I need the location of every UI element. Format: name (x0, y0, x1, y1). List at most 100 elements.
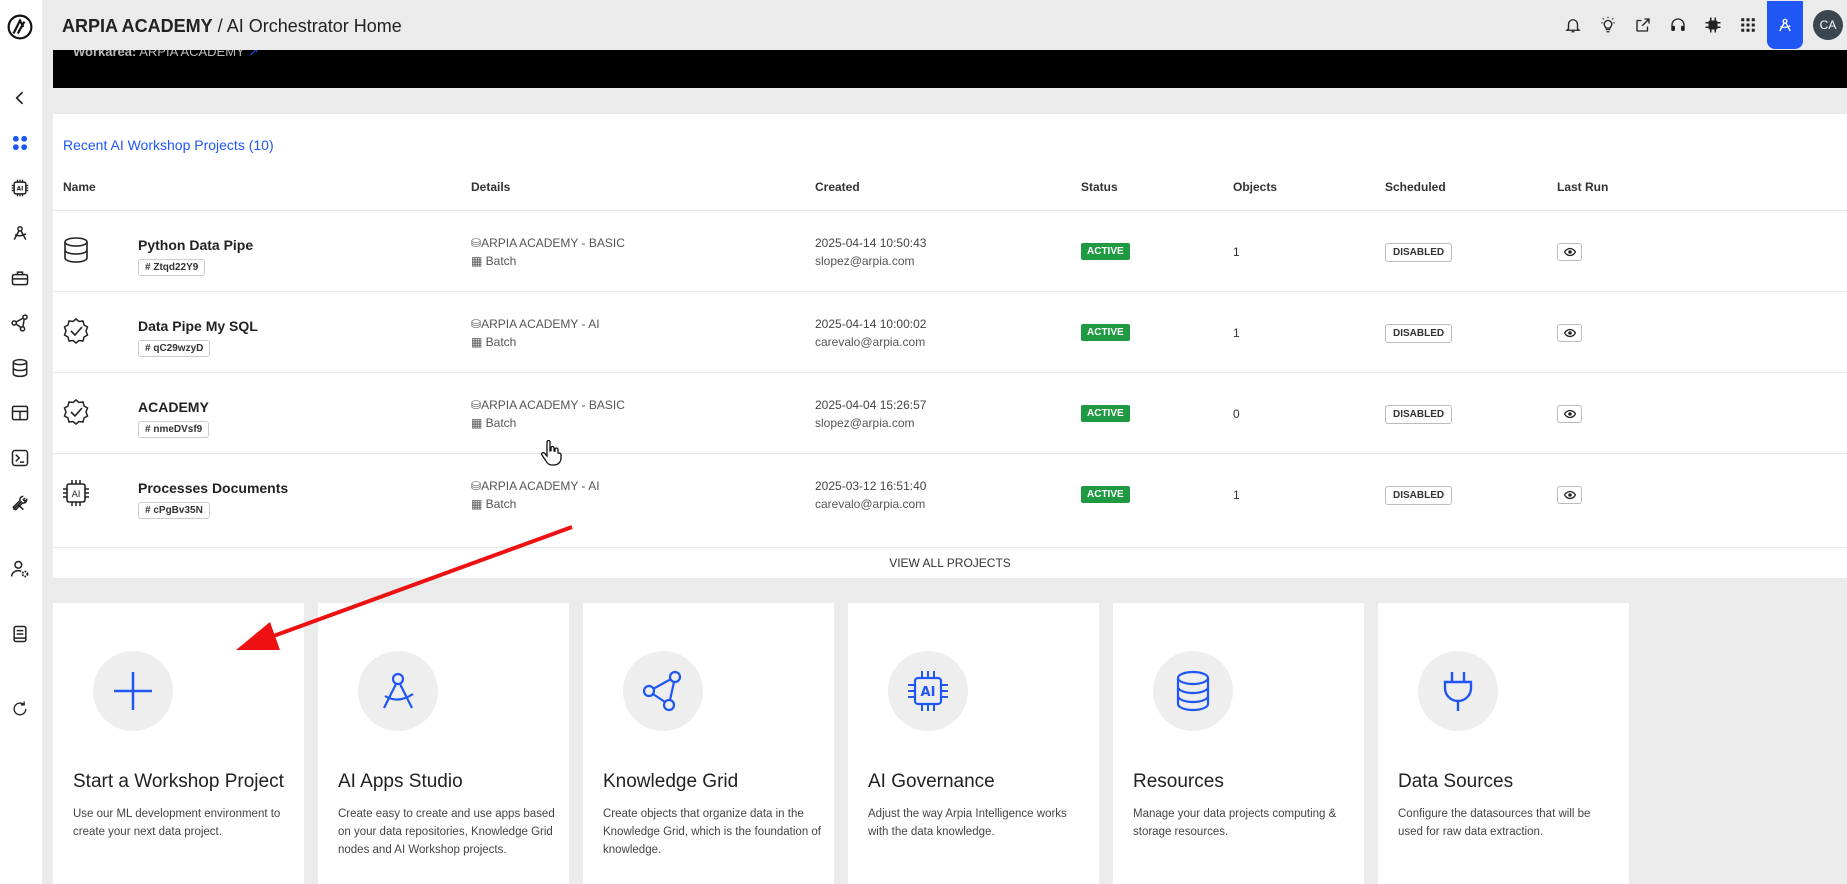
avatar[interactable]: CA (1813, 10, 1843, 40)
lightbulb-icon[interactable] (1590, 0, 1625, 50)
chip-icon[interactable] (1695, 0, 1730, 50)
svg-text:AI: AI (921, 685, 936, 700)
view-last-run-button[interactable] (1557, 405, 1582, 423)
table-icon[interactable] (8, 401, 32, 425)
table-row[interactable]: AI Processes Documents # cPgBv35N ⛁ARPIA… (53, 453, 1847, 534)
table-row[interactable]: Data Pipe My SQL # qC29wzyD ⛁ARPIA ACADE… (53, 291, 1847, 372)
toolbox-icon[interactable] (8, 266, 32, 290)
project-repository: ⛁ARPIA ACADEMY - AI (471, 317, 600, 331)
project-name[interactable]: Python Data Pipe (138, 237, 253, 253)
database-icon[interactable] (8, 356, 32, 380)
share-nodes-icon (623, 651, 703, 731)
tools-icon[interactable] (8, 491, 32, 515)
project-id: # nmeDVsf9 (138, 421, 210, 438)
project-name[interactable]: Data Pipe My SQL (138, 318, 258, 334)
status-badge: ACTIVE (1081, 486, 1130, 503)
bell-icon[interactable] (1555, 0, 1590, 50)
plug-icon (1418, 651, 1498, 731)
status-badge: ACTIVE (1081, 324, 1130, 341)
project-id: # cPgBv35N (138, 502, 210, 519)
document-icon[interactable] (8, 622, 32, 646)
recent-projects-title[interactable]: Recent AI Workshop Projects (10) (63, 137, 274, 153)
breadcrumb-org[interactable]: ARPIA ACADEMY (62, 16, 213, 36)
share-nodes-icon[interactable] (8, 311, 32, 335)
card-data-sources[interactable]: Data Sources Configure the datasources t… (1378, 603, 1629, 884)
created-user: carevalo@arpia.com (815, 497, 926, 511)
table-row[interactable]: Python Data Pipe # Ztqd22Y9 ⛁ARPIA ACADE… (53, 210, 1847, 291)
card-knowledge-grid[interactable]: Knowledge Grid Create objects that organ… (583, 603, 834, 884)
batch-icon: ▦ (471, 416, 486, 430)
compass-icon[interactable] (8, 221, 32, 245)
project-mode: ▦ Batch (471, 497, 516, 511)
objects-count: 0 (1233, 407, 1240, 421)
objects-count: 1 (1233, 326, 1240, 340)
external-link-icon[interactable]: ↗ (248, 50, 259, 59)
column-header-name: Name (63, 180, 96, 194)
repo-db-icon: ⛁ (471, 398, 482, 412)
svg-text:AI: AI (17, 187, 24, 193)
project-name[interactable]: ACADEMY (138, 399, 209, 415)
card-description: Configure the datasources that will be u… (1398, 808, 1591, 838)
card-title: Data Sources (1398, 771, 1514, 792)
dashboard-icon[interactable] (8, 131, 32, 155)
mode-label: Batch (485, 497, 517, 511)
card-ai-apps-studio[interactable]: AI Apps Studio Create easy to create and… (318, 603, 569, 884)
arpia-logo-icon[interactable] (6, 13, 34, 41)
repo-name: ARPIA ACADEMY - BASIC (481, 398, 625, 412)
objects-count: 1 (1233, 488, 1240, 502)
objects-count: 1 (1233, 245, 1240, 259)
breadcrumb-separator: / (212, 16, 227, 36)
card-title: AI Governance (868, 771, 995, 792)
workarea-label: Workarea: (73, 50, 137, 59)
view-last-run-button[interactable] (1557, 324, 1582, 342)
ai-studio-compass-icon[interactable] (1767, 1, 1803, 49)
view-last-run-button[interactable] (1557, 486, 1582, 504)
workarea-banner: Workarea: ARPIA ACADEMY ↗ (53, 50, 1847, 88)
user-settings-icon[interactable] (8, 557, 32, 581)
badge-check-icon (61, 397, 91, 427)
batch-icon: ▦ (471, 254, 486, 268)
view-last-run-button[interactable] (1557, 243, 1582, 261)
card-title: Start a Workshop Project (73, 771, 284, 792)
top-toolbar: CA (1555, 0, 1847, 50)
eye-icon (1563, 409, 1576, 419)
card-description: Create easy to create and use apps based… (338, 808, 555, 856)
project-repository: ⛁ARPIA ACADEMY - BASIC (471, 398, 625, 412)
card-ai-governance[interactable]: AI AI Governance Adjust the way Arpia In… (848, 603, 1099, 884)
database-icon (61, 235, 91, 265)
card-description: Adjust the way Arpia Intelligence works … (868, 808, 1067, 838)
card-description: Manage your data projects computing & st… (1133, 808, 1337, 838)
repo-db-icon: ⛁ (471, 317, 482, 331)
mode-label: Batch (485, 335, 517, 349)
column-header-created: Created (815, 180, 860, 194)
table-header: Name Details Created Status Objects Sche… (53, 180, 1847, 208)
created-date: 2025-03-12 16:51:40 (815, 479, 927, 493)
page-title: AI Orchestrator Home (226, 16, 402, 36)
view-all-projects-button[interactable]: VIEW ALL PROJECTS (53, 547, 1847, 578)
card-start-workshop-project[interactable]: Start a Workshop Project Use our ML deve… (53, 603, 304, 884)
repo-name: ARPIA ACADEMY - BASIC (481, 236, 625, 250)
batch-icon: ▦ (471, 335, 486, 349)
created-user: slopez@arpia.com (815, 254, 915, 268)
terminal-icon[interactable] (8, 446, 32, 470)
project-mode: ▦ Batch (471, 416, 516, 430)
table-row[interactable]: ACADEMY # nmeDVsf9 ⛁ARPIA ACADEMY - BASI… (53, 372, 1847, 453)
scheduled-badge: DISABLED (1385, 405, 1453, 424)
scheduled-badge: DISABLED (1385, 486, 1453, 505)
refresh-icon[interactable] (8, 697, 32, 721)
apps-grid-icon[interactable] (1730, 0, 1765, 50)
mode-label: Batch (485, 416, 517, 430)
ai-chip-icon[interactable]: AI (8, 176, 32, 200)
batch-icon: ▦ (471, 497, 486, 511)
database-icon (1153, 651, 1233, 731)
card-title: AI Apps Studio (338, 771, 463, 792)
share-export-icon[interactable] (1625, 0, 1660, 50)
headset-icon[interactable] (1660, 0, 1695, 50)
column-header-objects: Objects (1233, 180, 1278, 194)
project-name[interactable]: Processes Documents (138, 480, 288, 496)
recent-projects-panel: Recent AI Workshop Projects (10) Name De… (53, 114, 1847, 578)
eye-icon (1563, 328, 1576, 338)
badge-check-icon (61, 316, 91, 346)
card-resources[interactable]: Resources Manage your data projects comp… (1113, 603, 1364, 884)
collapse-chevron-icon[interactable] (8, 86, 32, 110)
